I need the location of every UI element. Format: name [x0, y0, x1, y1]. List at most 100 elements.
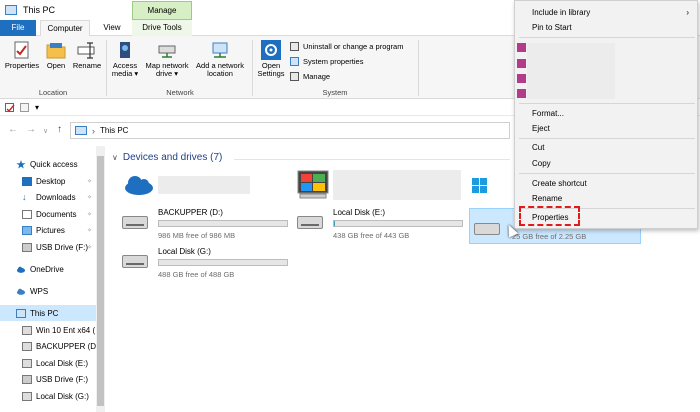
manage-label: Manage	[303, 72, 331, 81]
menu-separator	[519, 37, 695, 38]
menu-item-format[interactable]: Format...	[532, 109, 564, 118]
archive-icon[interactable]	[517, 43, 526, 52]
menu-item-label: Cut	[532, 143, 545, 152]
tab-drive-tools[interactable]: Drive Tools	[132, 20, 192, 36]
drive-local-disk-e[interactable]: Local Disk (E:) 438 GB free of 443 GB	[297, 208, 463, 242]
nav-item-wps[interactable]: WPS	[0, 283, 96, 299]
nav-label: Quick access	[30, 159, 78, 169]
drive-name: BACKUPPER (D:)	[158, 208, 223, 217]
address-bar[interactable]: › This PC	[70, 122, 510, 139]
archive-icon[interactable]	[517, 89, 526, 98]
forward-icon[interactable]: →	[26, 124, 36, 135]
drive-icon	[22, 358, 32, 368]
uninstall-label: Uninstall or change a program	[303, 42, 404, 51]
nav-item-documents[interactable]: Documents ✧	[0, 206, 96, 222]
back-icon[interactable]: ←	[8, 124, 18, 135]
drive-icon	[297, 216, 323, 229]
uninstall-program-button[interactable]: Uninstall or change a program	[290, 42, 403, 51]
drive-local-disk-g[interactable]: Local Disk (G:) 488 GB free of 488 GB	[122, 247, 288, 281]
system-properties-button[interactable]: System properties	[290, 57, 363, 66]
menu-item-copy[interactable]: Copy	[532, 159, 551, 168]
drive-icon	[474, 223, 500, 235]
section-divider	[234, 159, 510, 160]
windows-drive-icon[interactable]	[297, 170, 329, 200]
computer-icon	[16, 308, 26, 318]
star-icon	[16, 159, 26, 169]
tab-computer[interactable]: Computer	[40, 20, 90, 36]
drive-icon	[122, 216, 148, 229]
chevron-down-icon: ∨	[112, 153, 118, 162]
nav-item-desktop[interactable]: Desktop ✧	[0, 173, 96, 189]
tab-file[interactable]: File	[0, 20, 36, 36]
obscured-label	[158, 176, 250, 194]
nav-item-downloads[interactable]: ↓ Downloads ✧	[0, 189, 96, 205]
nav-item-local-disk-g[interactable]: Local Disk (G:)	[0, 388, 96, 404]
nav-item-this-pc[interactable]: This PC	[0, 305, 96, 321]
manage-context-tab[interactable]: Manage	[132, 1, 192, 20]
chevron-right-icon: ›	[92, 125, 95, 136]
this-pc-icon	[5, 5, 17, 15]
rename-label: Rename	[72, 61, 102, 70]
menu-item-pin-to-start[interactable]: Pin to Start	[532, 23, 572, 32]
menu-item-eject[interactable]: Eject	[532, 124, 550, 133]
properties-button[interactable]: Properties	[4, 40, 40, 70]
nav-item-local-disk-e[interactable]: Local Disk (E:)	[0, 355, 96, 371]
drive-free-space: 25 GB free of 2.25 GB	[512, 232, 587, 241]
nav-scrollbar[interactable]	[96, 146, 105, 412]
nav-label: USB Drive (F:)	[36, 374, 88, 384]
nav-item-pictures[interactable]: Pictures ✧	[0, 222, 96, 238]
nav-item-usb-drive[interactable]: USB Drive (F:) ✧	[0, 239, 96, 255]
nav-item-win10-drive[interactable]: Win 10 Ent x64 (	[0, 322, 96, 338]
new-folder-icon[interactable]	[20, 103, 29, 112]
devices-section-header[interactable]: ∨ Devices and drives (7)	[112, 152, 222, 163]
cloud-icon[interactable]	[122, 174, 154, 196]
drive-usage-bar	[333, 220, 463, 227]
menu-item-label: Format...	[532, 109, 565, 118]
menu-item-label: Pin to Start	[532, 23, 572, 32]
drive-free-space: 986 MB free of 986 MB	[158, 231, 236, 240]
nav-label: Local Disk (E:)	[36, 358, 89, 368]
windows-logo-icon[interactable]	[472, 178, 488, 194]
menu-item-cut[interactable]: Cut	[532, 143, 544, 152]
menu-item-label: Create shortcut	[532, 179, 587, 188]
manage-button[interactable]: Manage	[290, 72, 330, 81]
pin-icon: ✧	[86, 194, 92, 201]
nav-item-quick-access[interactable]: Quick access	[0, 156, 96, 172]
nav-item-backupper[interactable]: BACKUPPER (D:)	[0, 338, 96, 354]
access-media-button[interactable]: Access media ▾	[108, 40, 142, 78]
pin-icon: ✧	[86, 211, 92, 218]
system-icon	[290, 57, 299, 66]
add-network-location-button[interactable]: Add a network location	[192, 40, 248, 78]
customize-toolbar-icon[interactable]: ▾	[35, 103, 44, 112]
nav-item-usb-drive-f[interactable]: USB Drive (F:)	[0, 371, 96, 387]
rename-button[interactable]: Rename	[72, 40, 102, 70]
nav-label: This PC	[30, 308, 59, 318]
drive-icon	[22, 391, 32, 401]
up-icon[interactable]: ↑	[57, 124, 62, 135]
drive-backupper-d[interactable]: BACKUPPER (D:) 986 MB free of 986 MB	[122, 208, 288, 242]
nav-label: Pictures	[36, 225, 65, 235]
usb-drive-icon	[22, 374, 32, 384]
nav-item-onedrive[interactable]: OneDrive	[0, 261, 96, 277]
tab-view[interactable]: View	[96, 20, 128, 36]
open-button[interactable]: Open	[42, 40, 70, 70]
system-group-label: System	[322, 88, 348, 97]
nav-label: Win 10 Ent x64 (	[36, 325, 96, 335]
menu-item-label: Include in library	[532, 8, 591, 17]
archive-icon[interactable]	[517, 74, 526, 83]
add-network-location-label: Add a network location	[196, 61, 244, 78]
map-network-drive-button[interactable]: Map network drive ▾	[142, 40, 192, 78]
menu-separator	[519, 173, 695, 174]
pin-icon: ✧	[86, 227, 92, 234]
drive-free-space: 438 GB free of 443 GB	[333, 231, 410, 240]
scrollbar-thumb[interactable]	[97, 156, 104, 406]
properties-icon[interactable]	[5, 103, 15, 113]
recent-locations-icon[interactable]: ∨	[43, 127, 48, 135]
menu-item-create-shortcut[interactable]: Create shortcut	[532, 179, 587, 188]
navigation-pane: Quick access Desktop ✧ ↓ Downloads ✧ Doc…	[0, 146, 96, 412]
archive-icon[interactable]	[517, 59, 526, 68]
window-title: This PC	[23, 5, 56, 15]
open-settings-button[interactable]: Open Settings	[256, 40, 286, 78]
menu-item-include-in-library[interactable]: Include in library	[532, 8, 590, 17]
menu-item-rename[interactable]: Rename	[532, 194, 562, 203]
